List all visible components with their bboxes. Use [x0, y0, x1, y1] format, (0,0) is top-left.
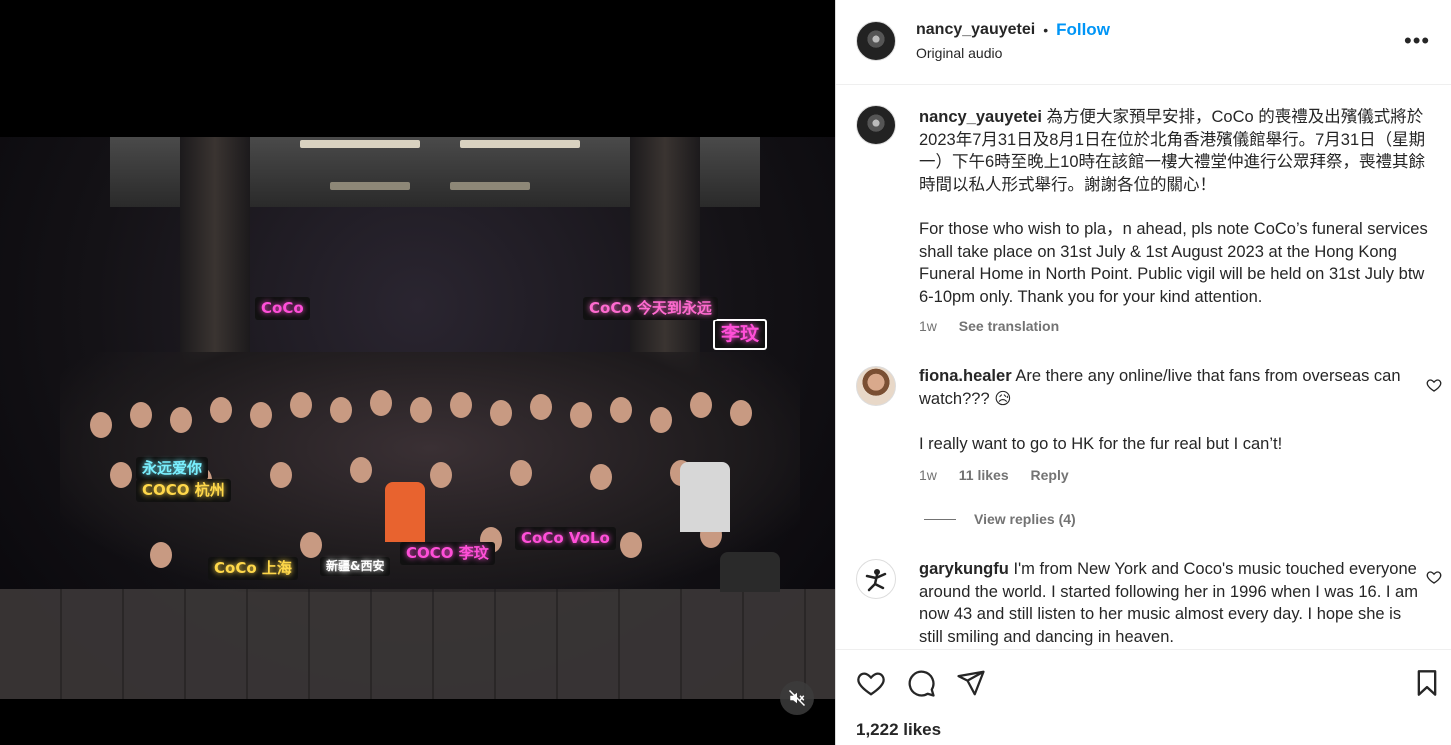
avatar[interactable] [856, 559, 896, 599]
comment-time: 1w [919, 467, 937, 483]
fan-sign: CoCo 上海 [208, 557, 298, 580]
follow-button[interactable]: Follow [1056, 20, 1110, 40]
left-pillar [180, 137, 250, 377]
action-bar: 1,222 likes [836, 649, 1451, 745]
comment-text: fiona.healer Are there any online/live t… [919, 365, 1429, 410]
view-replies-button[interactable]: View replies (4) [924, 511, 1076, 527]
caption-username[interactable]: nancy_yauyetei [919, 108, 1042, 126]
comments-section: nancy_yauyetei 為方便大家預早安排，CoCo 的喪禮及出殯儀式將於… [836, 86, 1451, 648]
caption: nancy_yauyetei 為方便大家預早安排，CoCo 的喪禮及出殯儀式將於… [919, 106, 1429, 196]
fan-sign: 李玟 [713, 319, 768, 350]
reply-button[interactable]: Reply [1031, 467, 1069, 483]
fan-sign: CoCo 今天到永远 [583, 297, 718, 320]
fan-sign: COCO 李玟 [400, 542, 495, 565]
caption-meta: 1w See translation [919, 318, 1077, 334]
save-bookmark-icon[interactable] [1413, 668, 1441, 698]
caption-english: For those who wish to pla，n ahead, pls n… [919, 220, 1428, 306]
avatar[interactable] [856, 105, 896, 145]
comment-meta: 1w 11 likes Reply [919, 467, 1087, 483]
like-comment-heart-icon[interactable] [1426, 377, 1442, 393]
likes-count[interactable]: 1,222 likes [856, 720, 941, 740]
comment-likes[interactable]: 11 likes [959, 467, 1009, 483]
comment-text: garykungfu I'm from New York and Coco's … [919, 558, 1429, 648]
comment-body-2: I really want to go to HK for the fur re… [919, 435, 1283, 453]
more-options-icon[interactable]: ••• [1404, 28, 1430, 54]
fan-sign: 永远爱你 [136, 457, 209, 480]
comment-username[interactable]: garykungfu [919, 560, 1009, 578]
post-photo: CoCo 李玟 CoCo 今天到永远 永远爱你 COCO 杭州 CoCo 上海 … [0, 137, 835, 699]
avatar[interactable] [856, 366, 896, 406]
avatar[interactable] [856, 21, 896, 61]
comment-bubble-icon[interactable] [906, 668, 936, 698]
stone-ground [0, 589, 835, 699]
see-translation-link[interactable]: See translation [959, 318, 1059, 334]
fan-sign: COCO 杭州 [136, 479, 231, 502]
like-heart-icon[interactable] [856, 668, 886, 698]
share-paper-plane-icon[interactable] [956, 668, 986, 698]
post-header: nancy_yauyetei • Follow Original audio •… [836, 0, 1451, 85]
fan-sign: 新疆&西安 [320, 557, 391, 577]
separator-dot: • [1043, 22, 1049, 38]
caption-time: 1w [919, 318, 937, 334]
like-comment-heart-icon[interactable] [1426, 569, 1442, 585]
post-media[interactable]: CoCo 李玟 CoCo 今天到永远 永远爱你 COCO 杭州 CoCo 上海 … [0, 0, 835, 745]
right-pillar [630, 137, 700, 377]
audio-label[interactable]: Original audio [916, 45, 1002, 61]
fan-sign: CoCo VoLo [515, 527, 616, 550]
author-username[interactable]: nancy_yauyetei [916, 21, 1035, 39]
comment-username[interactable]: fiona.healer [919, 367, 1012, 385]
kungfu-figure-icon [865, 569, 887, 592]
fan-sign: CoCo [255, 297, 310, 320]
view-replies-label: View replies (4) [974, 511, 1076, 527]
replies-divider-line [924, 518, 956, 520]
mute-button[interactable] [780, 681, 814, 715]
muted-speaker-icon [788, 689, 806, 707]
post-side-panel: nancy_yauyetei • Follow Original audio •… [835, 0, 1451, 745]
